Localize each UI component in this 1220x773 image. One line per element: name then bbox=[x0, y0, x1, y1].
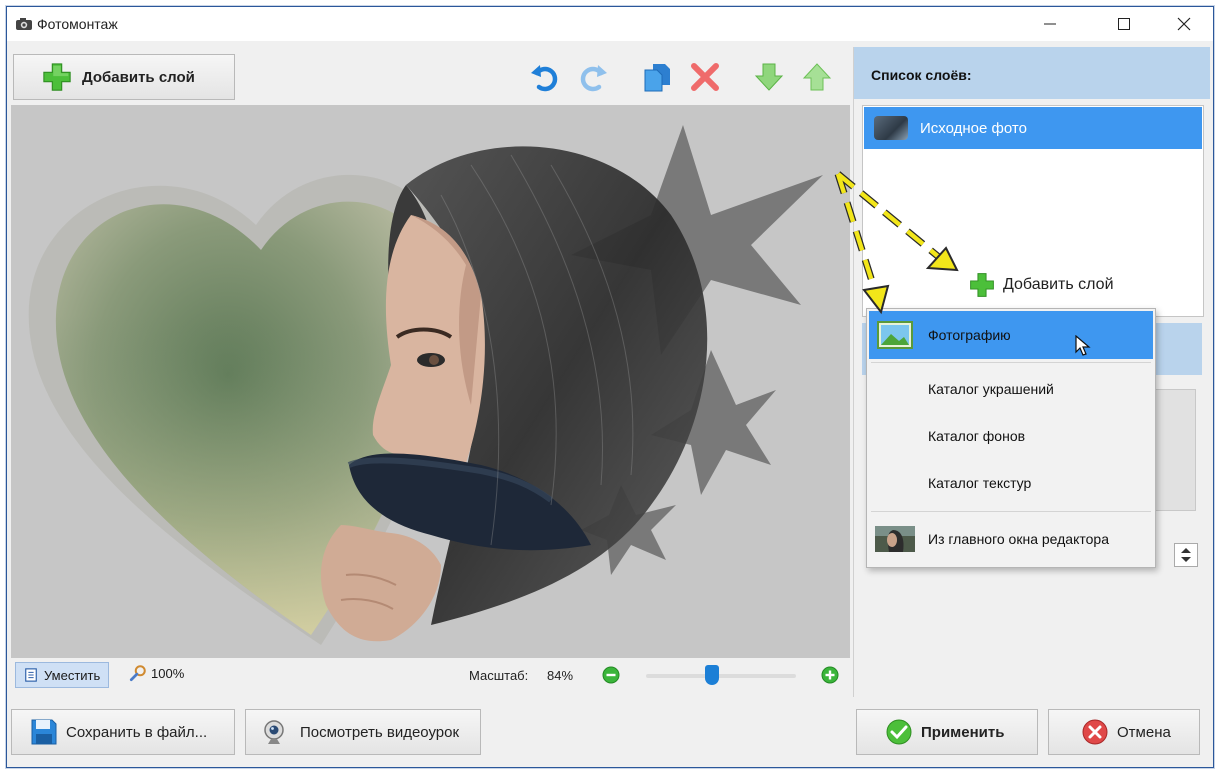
zoom-out-icon[interactable] bbox=[602, 666, 620, 684]
apply-button[interactable]: Применить bbox=[856, 709, 1038, 755]
move-up-icon[interactable] bbox=[801, 61, 833, 93]
actual-size-label: 100% bbox=[151, 665, 185, 681]
add-layer-link[interactable]: Добавить слой bbox=[969, 272, 1114, 298]
maximize-icon bbox=[1118, 18, 1130, 30]
minimize-icon bbox=[1044, 23, 1056, 25]
watch-video-label: Посмотреть видеоурок bbox=[300, 723, 460, 741]
checkmark-icon bbox=[886, 719, 912, 745]
add-layer-label: Добавить слой bbox=[82, 68, 195, 86]
menu-item-photo-label: Фотографию bbox=[928, 327, 1011, 343]
cancel-label: Отмена bbox=[1117, 723, 1171, 741]
copy-icon[interactable] bbox=[641, 61, 673, 93]
add-layer-menu: Фотографию Каталог украшений Каталог фон… bbox=[866, 308, 1156, 568]
layers-panel-title: Список слоёв: bbox=[871, 67, 972, 83]
plus-icon bbox=[43, 63, 71, 91]
photo-canvas[interactable] bbox=[11, 105, 850, 658]
add-layer-button[interactable]: Добавить слой bbox=[13, 54, 235, 100]
move-down-icon[interactable] bbox=[753, 61, 785, 93]
menu-item-from-editor-label: Из главного окна редактора bbox=[928, 531, 1109, 547]
zoom-caption: Масштаб: bbox=[469, 668, 529, 683]
zoom-slider-thumb[interactable] bbox=[705, 665, 719, 685]
save-to-file-button[interactable]: Сохранить в файл... bbox=[11, 709, 235, 755]
properties-preview bbox=[1154, 389, 1196, 511]
undo-icon[interactable] bbox=[529, 61, 561, 93]
menu-item-textures[interactable]: Каталог текстур bbox=[869, 463, 1153, 503]
layers-panel-header: Список слоёв: bbox=[854, 47, 1210, 99]
status-bar: Уместить 100% Масштаб: 84% bbox=[11, 658, 850, 692]
menu-separator bbox=[871, 511, 1151, 512]
layer-thumbnail bbox=[874, 116, 908, 140]
menu-item-from-editor[interactable]: Из главного окна редактора bbox=[869, 517, 1153, 561]
window-title: Фотомонтаж bbox=[37, 16, 118, 32]
canvas-toolbar: Добавить слой bbox=[7, 47, 851, 107]
zoom-slider-track[interactable] bbox=[646, 674, 796, 678]
plus-icon bbox=[970, 273, 994, 297]
fit-label: Уместить bbox=[44, 667, 101, 683]
title-bar: Фотомонтаж bbox=[7, 7, 1213, 41]
cancel-button[interactable]: Отмена bbox=[1048, 709, 1200, 755]
zoom-in-icon[interactable] bbox=[821, 666, 839, 684]
menu-item-backgrounds[interactable]: Каталог фонов bbox=[869, 416, 1153, 456]
editor-thumb-icon bbox=[875, 526, 915, 552]
magnifier-icon bbox=[129, 665, 146, 682]
spin-arrows-icon bbox=[1181, 548, 1191, 562]
fit-button[interactable]: Уместить bbox=[15, 662, 109, 688]
layer-item-source-photo[interactable]: Исходное фото bbox=[864, 107, 1202, 149]
menu-item-photo[interactable]: Фотографию bbox=[869, 311, 1153, 359]
menu-separator bbox=[871, 362, 1151, 363]
cancel-icon bbox=[1082, 719, 1108, 745]
floppy-disk-icon bbox=[31, 719, 57, 745]
layer-label: Исходное фото bbox=[920, 119, 1027, 137]
mouse-cursor-icon bbox=[1075, 335, 1091, 356]
close-button[interactable] bbox=[1161, 7, 1207, 41]
zoom-value: 84% bbox=[547, 668, 574, 683]
menu-item-decorations[interactable]: Каталог украшений bbox=[869, 369, 1153, 409]
add-layer-link-label: Добавить слой bbox=[1003, 276, 1114, 293]
camera-icon bbox=[16, 18, 32, 30]
watch-video-button[interactable]: Посмотреть видеоурок bbox=[245, 709, 481, 755]
apply-label: Применить bbox=[921, 723, 1005, 741]
spin-control[interactable] bbox=[1174, 543, 1198, 567]
minimize-button[interactable] bbox=[1027, 7, 1073, 41]
photo-icon bbox=[877, 321, 913, 349]
collage-image bbox=[11, 105, 850, 658]
close-icon bbox=[1177, 17, 1191, 31]
save-label: Сохранить в файл... bbox=[66, 723, 208, 741]
webcam-icon bbox=[264, 720, 284, 744]
layer-list[interactable]: Исходное фото Добавить слой bbox=[862, 105, 1204, 317]
menu-item-textures-label: Каталог текстур bbox=[928, 475, 1032, 491]
maximize-button[interactable] bbox=[1101, 7, 1147, 41]
delete-icon[interactable] bbox=[689, 61, 721, 93]
fit-icon bbox=[25, 668, 37, 682]
redo-icon[interactable] bbox=[577, 61, 609, 93]
menu-item-backgrounds-label: Каталог фонов bbox=[928, 428, 1026, 444]
menu-item-decorations-label: Каталог украшений bbox=[928, 381, 1054, 397]
actual-size-button[interactable]: 100% bbox=[129, 664, 184, 682]
